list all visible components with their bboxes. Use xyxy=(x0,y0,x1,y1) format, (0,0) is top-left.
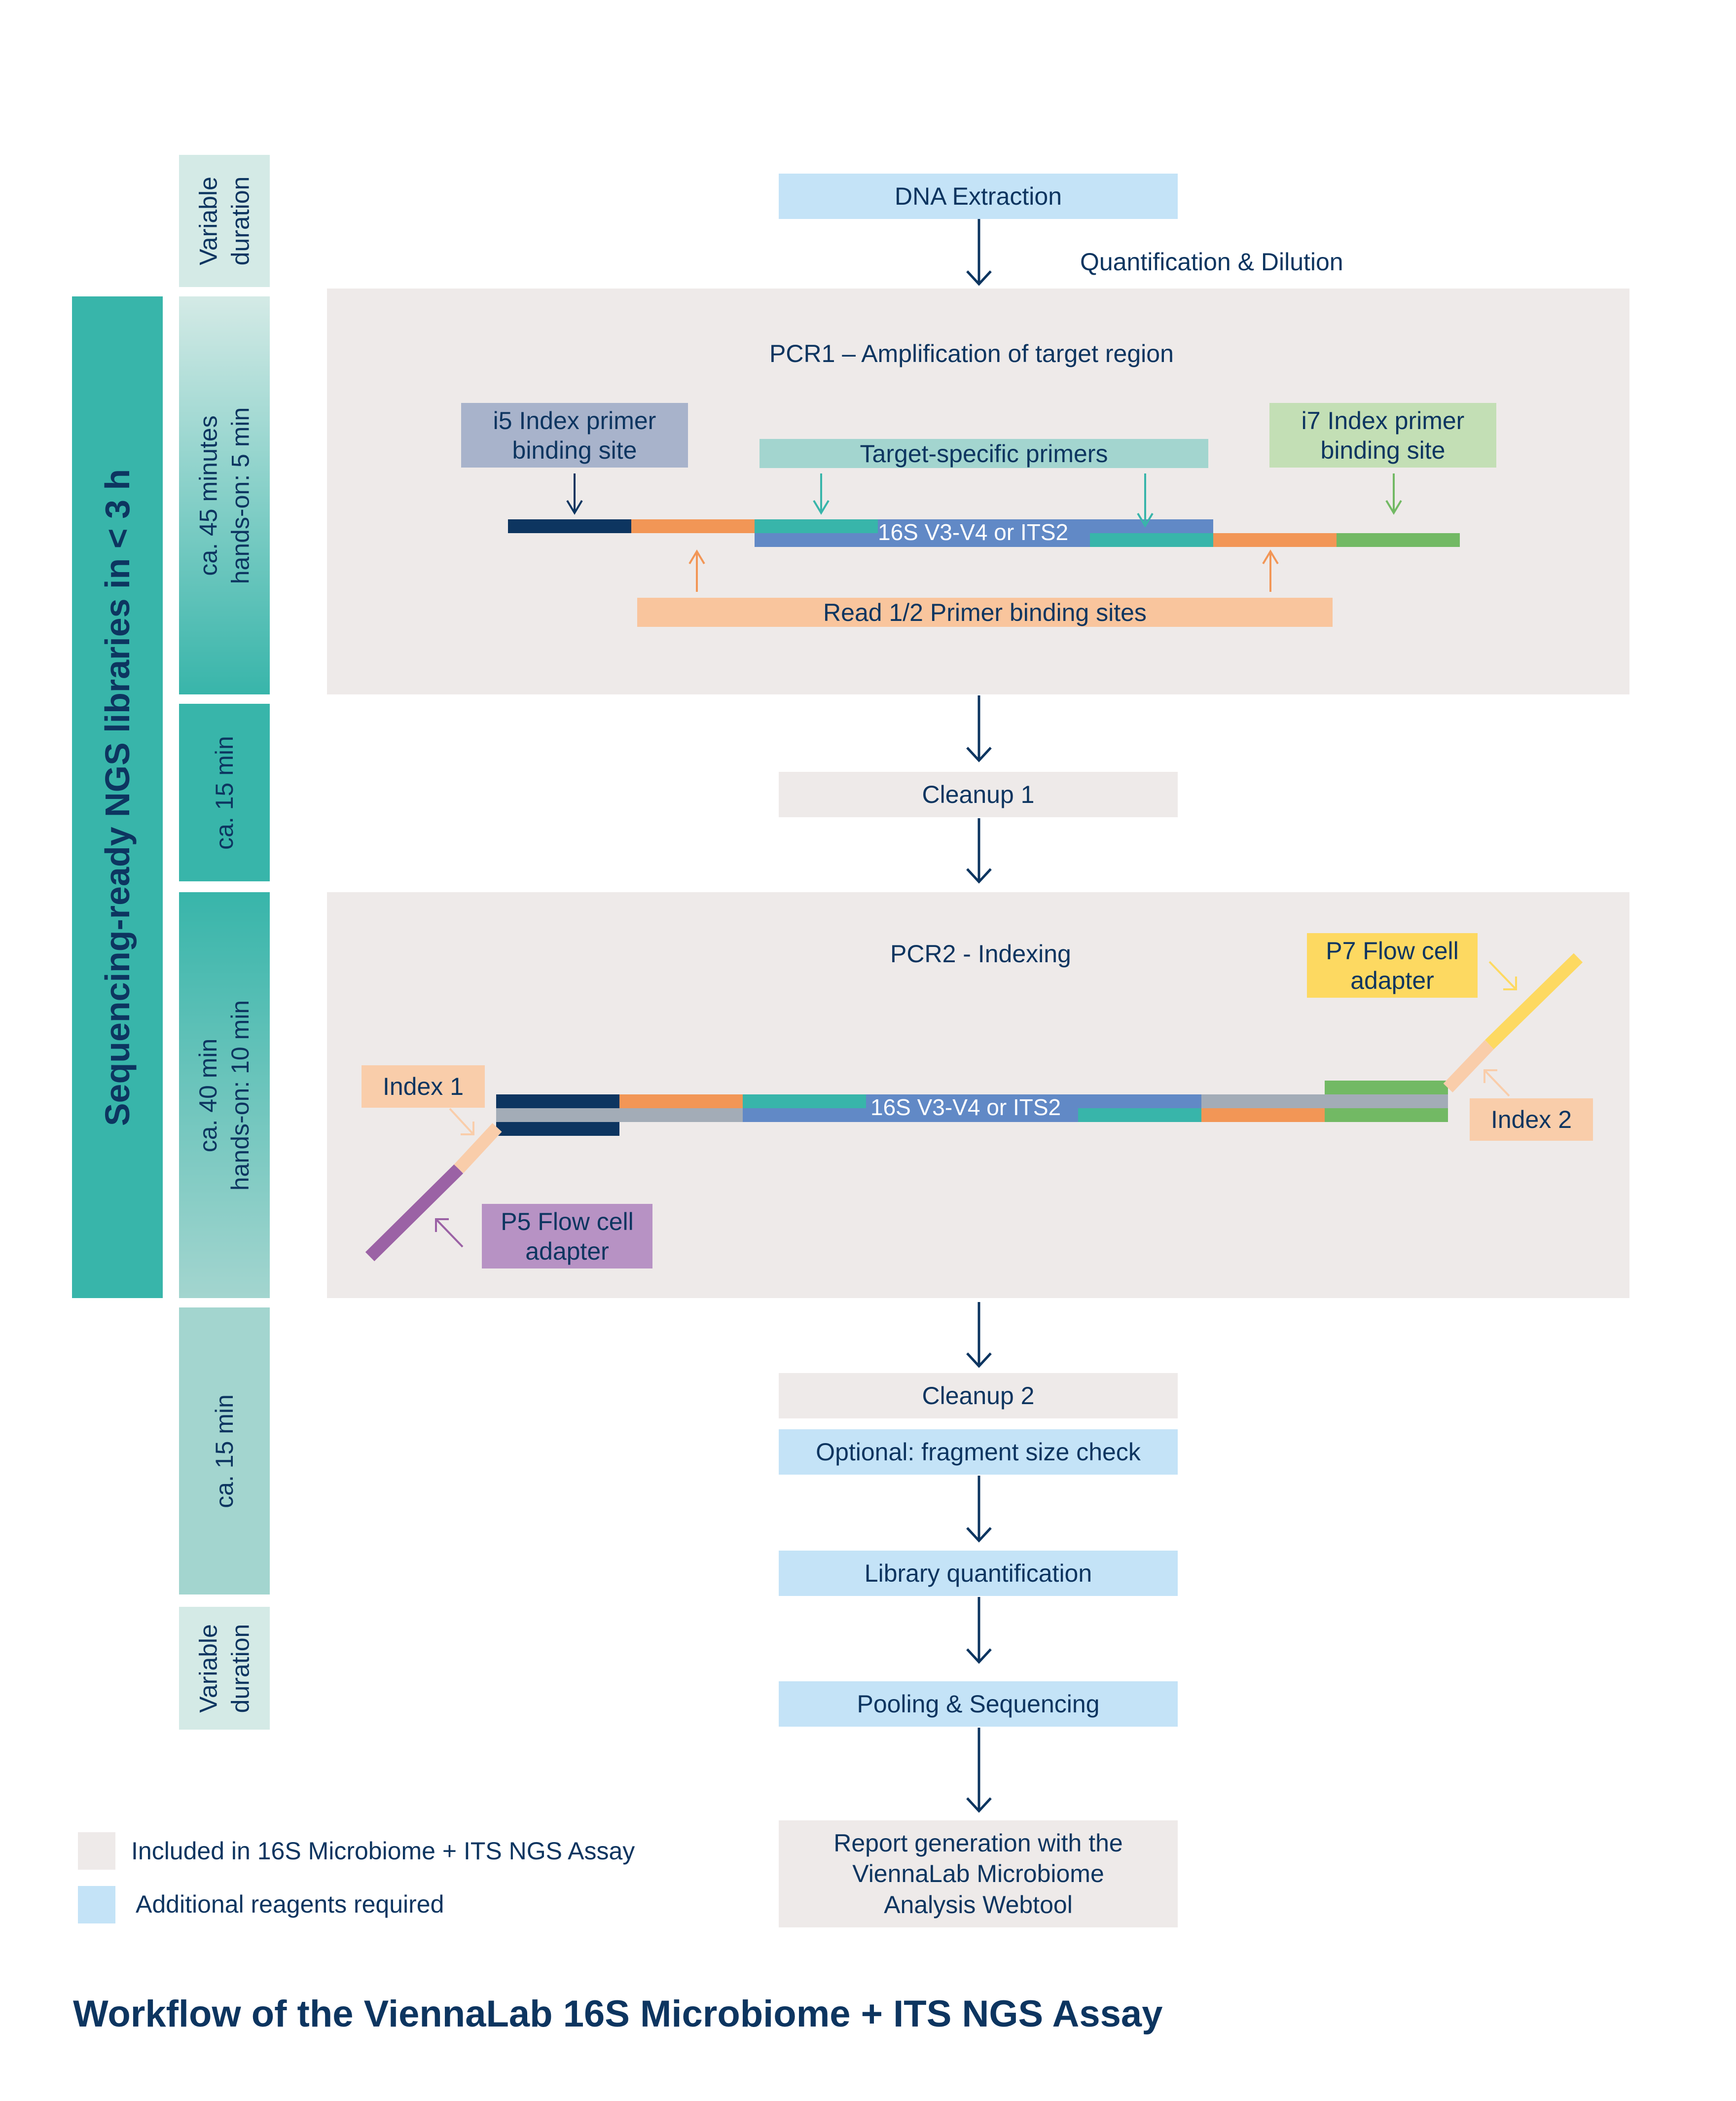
p5-pointer-icon xyxy=(435,1218,464,1248)
arrow-down-icon xyxy=(966,1597,992,1664)
legend-label-included: Included in 16S Microbiome + ITS NGS Ass… xyxy=(131,1837,635,1865)
arrow-down-icon xyxy=(1385,473,1402,515)
arrow-up-icon xyxy=(1262,549,1279,592)
arrow-down-icon xyxy=(966,1728,992,1813)
arrow-down-icon xyxy=(966,219,992,286)
legend-swatch-additional xyxy=(78,1886,115,1923)
arrow-down-icon xyxy=(1137,473,1154,528)
figure-title: Workflow of the ViennaLab 16S Microbiome… xyxy=(73,1993,1163,2035)
index1-pointer-icon xyxy=(449,1108,474,1135)
arrow-down-icon xyxy=(966,1302,992,1368)
arrow-down-icon xyxy=(966,818,992,884)
p5-adapter-strand xyxy=(365,1164,464,1262)
arrow-down-icon xyxy=(566,473,583,515)
index2-pointer-icon xyxy=(1483,1069,1510,1097)
arrow-down-icon xyxy=(966,695,992,762)
p7-adapter-strand xyxy=(1484,953,1583,1050)
legend-swatch-included xyxy=(78,1832,115,1870)
legend-label-additional: Additional reagents required xyxy=(136,1890,444,1918)
arrow-down-icon xyxy=(966,1476,992,1543)
connectors xyxy=(365,219,1583,1813)
index2-strand xyxy=(1443,1040,1494,1092)
arrow-down-icon xyxy=(813,473,830,515)
p7-pointer-icon xyxy=(1488,961,1517,990)
arrow-up-icon xyxy=(688,549,705,592)
